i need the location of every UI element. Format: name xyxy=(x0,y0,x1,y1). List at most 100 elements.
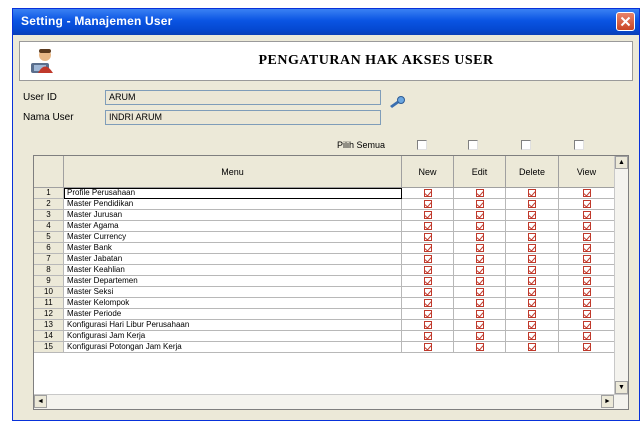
menu-cell[interactable]: Master Seksi xyxy=(64,287,402,298)
new-checkbox[interactable] xyxy=(423,266,432,274)
table-row[interactable]: 12 Master Periode xyxy=(34,309,615,320)
table-row[interactable]: 6 Master Bank xyxy=(34,243,615,254)
menu-cell[interactable]: Master Bank xyxy=(64,243,402,254)
view-checkbox[interactable] xyxy=(582,222,591,230)
delete-checkbox[interactable] xyxy=(528,233,536,241)
edit-checkbox[interactable] xyxy=(475,200,484,208)
edit-checkbox[interactable] xyxy=(475,288,484,296)
view-checkbox[interactable] xyxy=(582,244,591,252)
new-checkbox[interactable] xyxy=(423,299,432,307)
delete-checkbox[interactable] xyxy=(528,211,536,219)
edit-checkbox[interactable] xyxy=(475,244,484,252)
delete-checkbox[interactable] xyxy=(528,200,536,208)
view-checkbox[interactable] xyxy=(582,299,591,307)
view-checkbox[interactable] xyxy=(582,343,591,351)
delete-checkbox[interactable] xyxy=(528,288,536,296)
delete-checkbox[interactable] xyxy=(528,332,536,340)
select-all-view-checkbox[interactable] xyxy=(574,140,584,150)
edit-checkbox[interactable] xyxy=(475,299,484,307)
table-row[interactable]: 2 Master Pendidikan xyxy=(34,199,615,210)
column-header-new[interactable]: New xyxy=(402,156,454,188)
menu-cell[interactable]: Konfigurasi Potongan Jam Kerja xyxy=(64,342,402,353)
view-checkbox[interactable] xyxy=(582,255,591,263)
delete-checkbox[interactable] xyxy=(528,266,536,274)
table-row[interactable]: 14 Konfigurasi Jam Kerja xyxy=(34,331,615,342)
delete-checkbox[interactable] xyxy=(528,343,536,351)
new-checkbox[interactable] xyxy=(423,211,432,219)
scroll-left-button[interactable]: ◄ xyxy=(34,395,47,408)
table-row[interactable]: 9 Master Departemen xyxy=(34,276,615,287)
delete-checkbox[interactable] xyxy=(528,299,536,307)
menu-cell[interactable]: Master Pendidikan xyxy=(64,199,402,210)
column-header-menu[interactable]: Menu xyxy=(64,156,402,188)
menu-cell[interactable]: Master Jurusan xyxy=(64,210,402,221)
scroll-up-button[interactable]: ▲ xyxy=(615,156,628,169)
table-row[interactable]: 5 Master Currency xyxy=(34,232,615,243)
menu-cell[interactable]: Master Agama xyxy=(64,221,402,232)
new-checkbox[interactable] xyxy=(423,222,432,230)
scroll-right-button[interactable]: ► xyxy=(601,395,614,408)
column-header-view[interactable]: View xyxy=(559,156,615,188)
edit-checkbox[interactable] xyxy=(475,189,484,197)
column-header-delete[interactable]: Delete xyxy=(506,156,559,188)
view-checkbox[interactable] xyxy=(582,288,591,296)
new-checkbox[interactable] xyxy=(423,189,432,197)
delete-checkbox[interactable] xyxy=(528,222,536,230)
menu-cell[interactable]: Konfigurasi Hari Libur Perusahaan xyxy=(64,320,402,331)
table-row[interactable]: 11 Master Kelompok xyxy=(34,298,615,309)
menu-cell[interactable]: Master Currency xyxy=(64,232,402,243)
edit-checkbox[interactable] xyxy=(475,321,484,329)
menu-cell[interactable]: Master Kelompok xyxy=(64,298,402,309)
new-checkbox[interactable] xyxy=(423,200,432,208)
edit-checkbox[interactable] xyxy=(475,211,484,219)
menu-cell[interactable]: Master Departemen xyxy=(64,276,402,287)
table-row[interactable]: 7 Master Jabatan xyxy=(34,254,615,265)
view-checkbox[interactable] xyxy=(582,332,591,340)
menu-cell[interactable]: Master Periode xyxy=(64,309,402,320)
delete-checkbox[interactable] xyxy=(528,310,536,318)
edit-checkbox[interactable] xyxy=(475,266,484,274)
new-checkbox[interactable] xyxy=(423,244,432,252)
new-checkbox[interactable] xyxy=(423,277,432,285)
view-checkbox[interactable] xyxy=(582,233,591,241)
table-row[interactable]: 15 Konfigurasi Potongan Jam Kerja xyxy=(34,342,615,353)
edit-checkbox[interactable] xyxy=(475,277,484,285)
new-checkbox[interactable] xyxy=(423,255,432,263)
delete-checkbox[interactable] xyxy=(528,255,536,263)
delete-checkbox[interactable] xyxy=(528,244,536,252)
new-checkbox[interactable] xyxy=(423,321,432,329)
view-checkbox[interactable] xyxy=(582,321,591,329)
access-grid[interactable]: Menu New Edit Delete View 1 Profile Perus… xyxy=(33,155,629,410)
view-checkbox[interactable] xyxy=(582,310,591,318)
delete-checkbox[interactable] xyxy=(528,277,536,285)
select-all-edit-checkbox[interactable] xyxy=(468,140,478,150)
close-button[interactable] xyxy=(616,12,635,31)
new-checkbox[interactable] xyxy=(423,310,432,318)
edit-checkbox[interactable] xyxy=(475,233,484,241)
view-checkbox[interactable] xyxy=(582,211,591,219)
column-header-edit[interactable]: Edit xyxy=(454,156,506,188)
delete-checkbox[interactable] xyxy=(528,189,536,197)
view-checkbox[interactable] xyxy=(582,266,591,274)
horizontal-scrollbar[interactable]: ◄ ► xyxy=(34,394,628,409)
edit-checkbox[interactable] xyxy=(475,222,484,230)
new-checkbox[interactable] xyxy=(423,332,432,340)
delete-checkbox[interactable] xyxy=(528,321,536,329)
table-row[interactable]: 8 Master Keahlian xyxy=(34,265,615,276)
menu-cell[interactable]: Konfigurasi Jam Kerja xyxy=(64,331,402,342)
edit-checkbox[interactable] xyxy=(475,343,484,351)
table-row[interactable]: 3 Master Jurusan xyxy=(34,210,615,221)
user-id-field[interactable]: ARUM xyxy=(105,90,381,105)
edit-checkbox[interactable] xyxy=(475,332,484,340)
vertical-scrollbar[interactable]: ▲ ▼ xyxy=(614,156,628,394)
table-row[interactable]: 1 Profile Perusahaan xyxy=(34,188,615,199)
view-checkbox[interactable] xyxy=(582,277,591,285)
new-checkbox[interactable] xyxy=(423,288,432,296)
table-row[interactable]: 13 Konfigurasi Hari Libur Perusahaan xyxy=(34,320,615,331)
title-bar[interactable]: Setting - Manajemen User xyxy=(13,9,639,35)
menu-cell[interactable]: Master Jabatan xyxy=(64,254,402,265)
edit-checkbox[interactable] xyxy=(475,255,484,263)
new-checkbox[interactable] xyxy=(423,233,432,241)
scroll-down-button[interactable]: ▼ xyxy=(615,381,628,394)
edit-checkbox[interactable] xyxy=(475,310,484,318)
